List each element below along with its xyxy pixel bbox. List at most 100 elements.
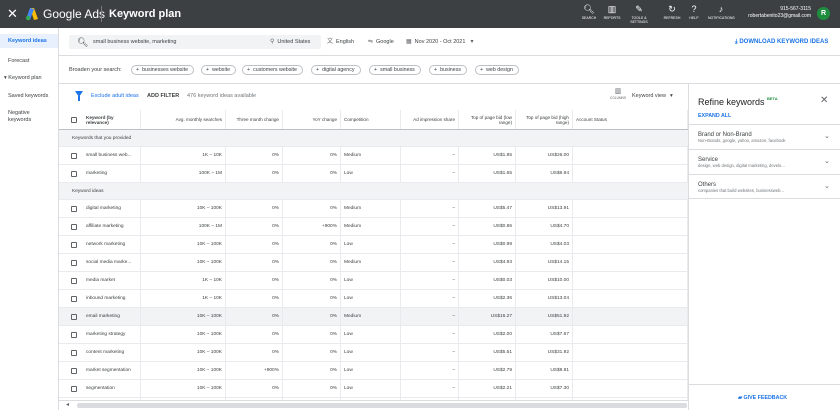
row-checkbox[interactable] xyxy=(71,241,77,248)
header-account-status[interactable]: Account Status xyxy=(573,110,688,129)
table-cell[interactable]: affiliate marketing xyxy=(83,218,141,235)
table-row[interactable]: content marketing 10K – 100K 0% 0% Low – US$5.… xyxy=(59,344,688,362)
row-checkbox[interactable] xyxy=(71,223,77,230)
language-selector[interactable]: 文 English xyxy=(327,38,354,46)
broaden-chip[interactable]: + businesses website xyxy=(131,65,195,75)
refine-keywords-panel: Refine keywords BETA ✕ EXPAND ALL Brand … xyxy=(688,84,840,410)
broaden-chip[interactable]: + digital agency xyxy=(311,65,361,75)
broaden-chip[interactable]: + customers website xyxy=(242,65,303,75)
table-cell[interactable]: inbound marketing xyxy=(83,290,141,307)
table-cell[interactable]: email marketing xyxy=(83,308,141,325)
table-cell[interactable]: marketing xyxy=(83,165,141,182)
refine-section-brand[interactable]: Brand or Non-Brand Non-Brands, google, y… xyxy=(689,124,840,149)
broaden-chip[interactable]: + small business xyxy=(369,65,421,75)
tools-settings-button[interactable]: ✎ TOOLS & SETTINGS xyxy=(626,3,652,24)
row-checkbox[interactable] xyxy=(71,385,77,392)
table-row[interactable]: email marketing 10K – 100K 0% 0% Medium – US$1… xyxy=(59,308,688,326)
nav-keyword-plan[interactable]: ▾ Keyword plan xyxy=(0,75,58,82)
row-checkbox[interactable] xyxy=(71,152,77,159)
refine-section-service[interactable]: Service design, web design, digital mark… xyxy=(689,149,840,174)
account-info[interactable]: 915-567-3115 robertabenito23@gmail.com xyxy=(738,6,811,20)
row-checkbox[interactable] xyxy=(71,277,77,284)
plus-icon: + xyxy=(480,67,484,73)
table-row[interactable]: marketing strategy 10K – 100K 0% 0% Low – US$2… xyxy=(59,326,688,344)
row-checkbox[interactable] xyxy=(71,313,77,320)
table-header-row[interactable]: Keyword (by relevance) Avg. monthly searc… xyxy=(59,110,688,130)
scrollbar-thumb[interactable] xyxy=(77,403,687,408)
horizontal-scrollbar[interactable]: ◂ xyxy=(59,400,688,410)
reports-button[interactable]: ▥ REPORTS xyxy=(599,3,625,20)
give-feedback-button[interactable]: ▰ GIVE FEEDBACK xyxy=(689,384,840,410)
table-row[interactable]: media market 1K – 10K 0% 0% Low – US$0.03 US$10… xyxy=(59,272,688,290)
nav-negative-keywords[interactable]: Negative keywords xyxy=(0,110,50,124)
filter-icon[interactable] xyxy=(75,91,83,101)
nav-forecast[interactable]: Forecast xyxy=(0,58,58,65)
columns-button[interactable]: ▥ COLUMNS xyxy=(608,87,628,100)
broaden-chip[interactable]: + business xyxy=(429,65,467,75)
exclude-adult-ideas-link[interactable]: Exclude adult ideas xyxy=(91,92,139,100)
plus-icon: + xyxy=(316,67,320,73)
table-cell: Medium xyxy=(341,200,401,217)
table-cell xyxy=(573,218,688,235)
row-checkbox[interactable] xyxy=(71,116,77,123)
header-three-month-change[interactable]: Three month change xyxy=(226,110,283,129)
table-cell[interactable]: marketing strategy xyxy=(83,326,141,343)
broaden-chip[interactable]: + website xyxy=(201,65,237,75)
table-cell: – xyxy=(401,290,459,307)
table-row[interactable]: market segmentation 10K – 100K +900% 0% Low –… xyxy=(59,362,688,380)
nav-saved-keywords[interactable]: Saved keywords xyxy=(0,93,58,100)
header-bid-high[interactable]: Top of page bid (high range) xyxy=(516,110,573,129)
table-row[interactable]: segmentation 10K – 100K 0% 0% Low – US$2.21 US$… xyxy=(59,380,688,398)
header-keyword[interactable]: Keyword (by relevance) xyxy=(83,110,141,129)
avatar[interactable]: R xyxy=(817,7,830,20)
table-cell[interactable]: content marketing xyxy=(83,344,141,361)
keyword-view-selector[interactable]: Keyword view ▾ xyxy=(632,92,673,100)
broaden-chip[interactable]: + web design xyxy=(475,65,519,75)
row-checkbox[interactable] xyxy=(71,367,77,374)
network-selector[interactable]: ⇋ Google xyxy=(368,38,394,46)
close-icon[interactable]: ✕ xyxy=(820,95,828,106)
row-checkbox[interactable] xyxy=(71,331,77,338)
row-checkbox[interactable] xyxy=(71,349,77,356)
table-cell: – xyxy=(401,380,459,397)
table-row[interactable]: digital marketing 10K – 100K 0% 0% Medium – US… xyxy=(59,200,688,218)
table-cell[interactable]: social media marke... xyxy=(83,254,141,271)
header-avg-monthly-searches[interactable]: Avg. monthly searches xyxy=(141,110,226,129)
header-competition[interactable]: Competition xyxy=(341,110,401,129)
table-cell: 0% xyxy=(226,200,283,217)
row-checkbox[interactable] xyxy=(71,295,77,302)
table-cell[interactable]: market segmentation xyxy=(83,362,141,379)
expand-all-button[interactable]: EXPAND ALL xyxy=(698,113,731,119)
table-row[interactable]: inbound marketing 1K – 10K 0% 0% Low – US$2.36… xyxy=(59,290,688,308)
header-ad-impression-share[interactable]: Ad impression share xyxy=(401,110,459,129)
chevron-down-icon[interactable]: ⌄ xyxy=(824,133,830,141)
nav-keyword-ideas[interactable]: Keyword ideas xyxy=(0,34,58,48)
download-keyword-ideas-button[interactable]: ⤓ DOWNLOAD KEYWORD IDEAS xyxy=(735,38,828,46)
header-bid-low[interactable]: Top of page bid (low range) xyxy=(459,110,516,129)
location-selector[interactable]: ⚲ United States xyxy=(270,38,310,46)
header-yoy-change[interactable]: YoY change xyxy=(283,110,341,129)
date-range-selector[interactable]: ▦ Nov 2020 - Oct 2021 ▾ xyxy=(406,38,476,46)
chevron-down-icon[interactable]: ⌄ xyxy=(824,158,830,166)
table-cell: – xyxy=(401,272,459,289)
table-cell[interactable]: digital marketing xyxy=(83,200,141,217)
help-button[interactable]: ? HELP xyxy=(681,3,707,20)
table-row[interactable]: small business web... 1K – 10K 0% 0% Medium –… xyxy=(59,147,688,165)
refine-section-others[interactable]: Others companies that build websites, bu… xyxy=(689,174,840,199)
table-cell[interactable]: segmentation xyxy=(83,380,141,397)
table-row[interactable]: marketing 100K – 1M 0% 0% Low – US$1.65 US$6.94 xyxy=(59,165,688,183)
notifications-button[interactable]: ♪ NOTIFICATIONS xyxy=(708,3,735,20)
table-cell[interactable]: media market xyxy=(83,272,141,289)
table-cell[interactable]: network marketing xyxy=(83,236,141,253)
chevron-down-icon[interactable]: ⌄ xyxy=(824,183,830,191)
table-row[interactable]: network marketing 10K – 100K 0% 0% Low – US$0.… xyxy=(59,236,688,254)
row-checkbox[interactable] xyxy=(71,259,77,266)
chevron-left-icon[interactable]: ◂ xyxy=(66,401,69,410)
row-checkbox[interactable] xyxy=(71,170,77,177)
table-row[interactable]: affiliate marketing 100K – 1M 0% +900% Mediu… xyxy=(59,218,688,236)
row-checkbox[interactable] xyxy=(71,205,77,212)
table-row[interactable]: social media marke... 10K – 100K 0% 0% Mediu… xyxy=(59,254,688,272)
table-cell[interactable]: small business web... xyxy=(83,147,141,164)
close-icon[interactable]: ✕ xyxy=(7,6,18,22)
add-filter-button[interactable]: ADD FILTER xyxy=(147,92,179,100)
